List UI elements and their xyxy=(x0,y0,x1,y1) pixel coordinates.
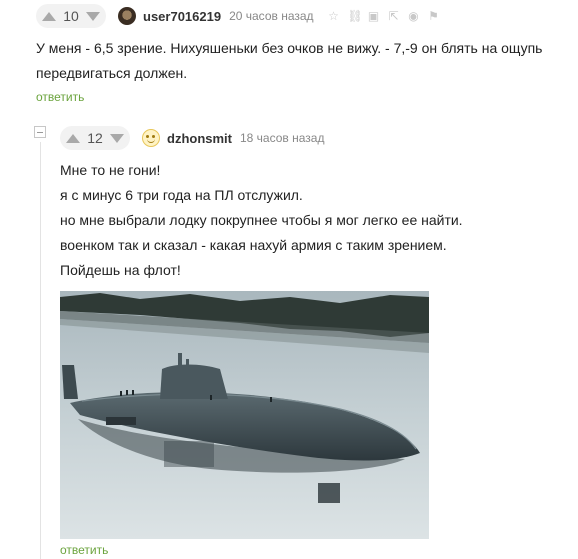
comment-time[interactable]: 18 часов назад xyxy=(240,131,324,145)
arrow-down-icon[interactable] xyxy=(110,133,124,143)
reply-link[interactable]: ответить xyxy=(36,90,84,104)
comment-line: Пойдешь на флот! xyxy=(60,262,181,278)
save-icon[interactable]: ▣ xyxy=(368,10,380,22)
username[interactable]: dzhonsmit xyxy=(167,131,232,146)
avatar[interactable] xyxy=(142,129,160,147)
comment-score: 10 xyxy=(63,8,79,24)
arrow-up-icon[interactable] xyxy=(42,11,56,21)
rating-control: 10 xyxy=(36,4,106,28)
report-icon[interactable]: ◉ xyxy=(408,10,420,22)
comment-header: 12 dzhonsmit 18 часов назад xyxy=(60,126,560,150)
comment-line: я с минус 6 три года на ПЛ отслужил. xyxy=(60,187,303,203)
thread-line[interactable] xyxy=(40,142,41,559)
comment-tools: ☆ ⛓ ▣ ⇱ ◉ ⚑ xyxy=(328,10,440,22)
username[interactable]: user7016219 xyxy=(143,9,221,24)
comment-header: 10 user7016219 20 часов назад ☆ ⛓ ▣ ⇱ ◉ … xyxy=(36,4,566,28)
bookmark-icon[interactable]: ☆ xyxy=(328,10,340,22)
flag-icon[interactable]: ⚑ xyxy=(428,10,440,22)
comment-line: военком так и сказал - какая нахуй армия… xyxy=(60,237,447,253)
rating-control: 12 xyxy=(60,126,130,150)
comment-text: У меня - 6,5 зрение. Нихуяшеньки без очк… xyxy=(36,40,543,81)
arrow-up-icon[interactable] xyxy=(66,133,80,143)
comment-text: Мне то не гони! я с минус 6 три года на … xyxy=(60,158,560,283)
link-icon[interactable]: ⛓ xyxy=(348,10,363,22)
collapse-icon[interactable] xyxy=(34,126,46,138)
comment-line: Мне то не гони! xyxy=(60,162,161,178)
arrow-down-icon[interactable] xyxy=(86,11,100,21)
comment-score: 12 xyxy=(87,130,103,146)
share-icon[interactable]: ⇱ xyxy=(388,10,400,22)
comment: 10 user7016219 20 часов назад ☆ ⛓ ▣ ⇱ ◉ … xyxy=(36,4,566,106)
comment-reply: 12 dzhonsmit 18 часов назад Мне то не го… xyxy=(60,126,560,559)
submarine-photo[interactable] xyxy=(60,291,429,539)
reply-link[interactable]: ответить xyxy=(60,543,108,557)
comment-line: но мне выбрали лодку покрупнее чтобы я м… xyxy=(60,212,463,228)
comment-time[interactable]: 20 часов назад xyxy=(229,9,313,23)
avatar[interactable] xyxy=(118,7,136,25)
